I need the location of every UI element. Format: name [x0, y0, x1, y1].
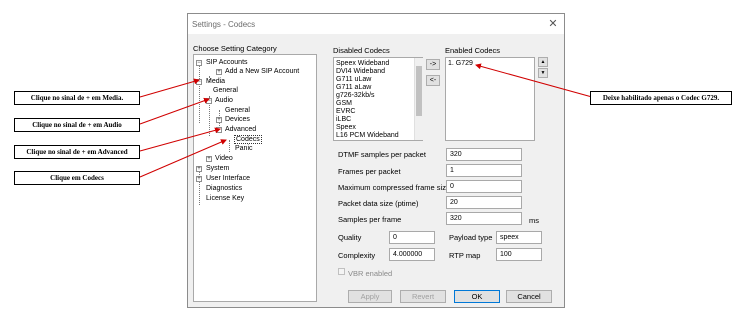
callout-audio: Clique no sinal de + em Audio — [14, 118, 140, 132]
annotation-arrows — [139, 63, 593, 178]
callout-codecs: Clique em Codecs — [14, 171, 140, 185]
callout-g729: Deixe habilitado apenas o Codec G729. — [590, 91, 732, 105]
arrow-media — [139, 78, 200, 98]
callout-advanced: Clique no sinal de + em Advanced — [14, 145, 140, 159]
arrow-g729 — [475, 63, 593, 98]
callout-media: Clique no sinal de + em Media. — [14, 91, 140, 105]
arrow-codecs — [139, 139, 227, 178]
arrow-audio — [139, 97, 210, 125]
